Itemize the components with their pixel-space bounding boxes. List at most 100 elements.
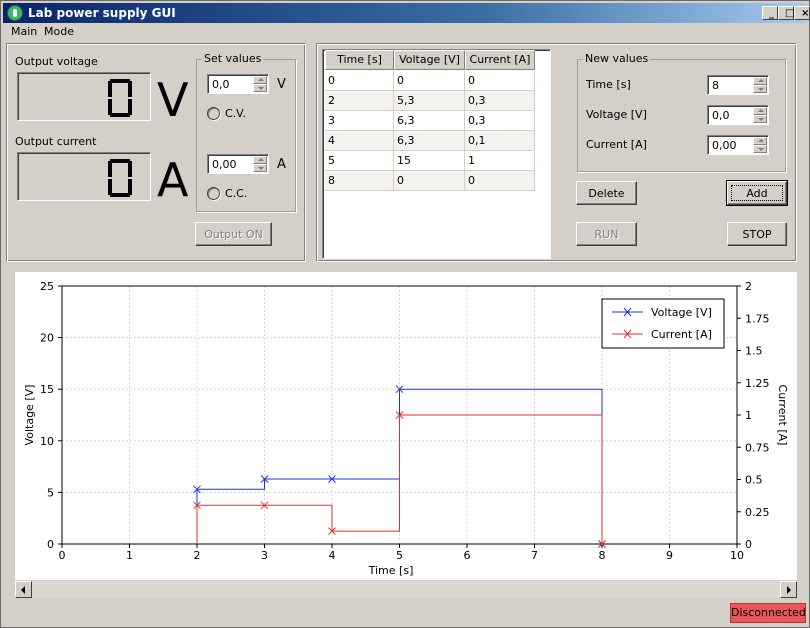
x-axis-title: Time [s] [368, 564, 414, 577]
spin-down-icon[interactable] [253, 84, 267, 92]
cell-current[interactable]: 0,3 [465, 91, 535, 111]
y-tick-label: 0 [47, 538, 54, 551]
col-header-time[interactable]: Time [s] [325, 50, 394, 70]
y2-tick-label: 0 [745, 538, 752, 551]
cell-current[interactable]: 0 [465, 71, 535, 91]
title-bar[interactable]: Lab power supply GUI _ □ × [3, 3, 810, 23]
spin-up-icon[interactable] [253, 156, 267, 164]
output-current-label: Output current [15, 135, 97, 148]
menu-mode[interactable]: Mode [44, 25, 74, 38]
add-button[interactable]: Add [726, 180, 788, 206]
y-tick-label: 5 [47, 486, 54, 499]
cv-radio[interactable] [207, 107, 220, 120]
set-current-unit: A [277, 157, 286, 172]
program-chart: 0 1 2 3 4 5 6 7 8 9 10051015202500.250.50.7511.251… [23, 280, 789, 577]
cell-current[interactable]: 0 [465, 171, 535, 191]
spin-up-icon[interactable] [753, 137, 767, 145]
cell-time[interactable]: 0 [325, 71, 394, 91]
y-tick-label: 20 [40, 332, 54, 345]
set-current-spinbox[interactable]: 0,00 [207, 154, 269, 174]
set-voltage-unit: V [277, 77, 286, 92]
x-tick-label: 4 [329, 549, 336, 562]
x-tick-label: 10 [730, 549, 744, 562]
scroll-right-icon[interactable] [780, 581, 797, 598]
table-row[interactable]: 800 [325, 171, 535, 191]
output-on-button[interactable]: Output ON [195, 222, 272, 246]
table-row[interactable]: 3 6,3 0,3 [325, 111, 535, 131]
legend-voltage-label: Voltage [V] [651, 306, 712, 319]
cell-current[interactable]: 0,1 [465, 131, 535, 151]
cell-voltage[interactable]: 15 [394, 151, 465, 171]
x-tick-label: 6 [464, 549, 471, 562]
y2-axis-title: Current [A] [776, 385, 789, 446]
new-voltage-label: Voltage [V] [586, 108, 647, 121]
close-button[interactable]: × [794, 6, 810, 20]
connection-status-badge: Disconnected [730, 603, 806, 623]
stop-button[interactable]: STOP [727, 222, 787, 246]
table-row[interactable]: 2 5,3 0,3 [325, 91, 535, 111]
chart-scrollbar[interactable] [15, 581, 797, 598]
new-time-spinbox[interactable]: 8 [707, 75, 769, 95]
spin-down-icon[interactable] [753, 85, 767, 93]
new-voltage-spinbox[interactable]: 0,0 [707, 105, 769, 125]
spin-down-icon[interactable] [753, 115, 767, 123]
x-tick-label: 7 [531, 549, 538, 562]
x-tick-label: 5 [396, 549, 403, 562]
spin-up-icon[interactable] [253, 76, 267, 84]
set-voltage-spinbox[interactable]: 0,0 [207, 74, 269, 94]
new-values-group: New values Time [s] 8 Voltage [V] 0,0 Cu… [577, 52, 786, 172]
spin-down-icon[interactable] [753, 145, 767, 153]
voltage-display [17, 72, 151, 121]
col-header-voltage[interactable]: Voltage [V] [394, 50, 465, 70]
new-current-spinbox[interactable]: 0,00 [707, 135, 769, 155]
y2-tick-label: 1.5 [745, 345, 763, 358]
app-icon [7, 5, 23, 21]
cell-voltage[interactable]: 6,3 [394, 131, 465, 151]
minimize-button[interactable]: _ [762, 6, 778, 20]
cell-time[interactable]: 4 [325, 131, 394, 151]
maximize-button[interactable]: □ [778, 6, 794, 20]
table-row[interactable]: 000 [325, 71, 535, 91]
col-header-current[interactable]: Current [A] [465, 50, 535, 70]
delete-button[interactable]: Delete [576, 181, 637, 205]
cell-voltage[interactable]: 5,3 [394, 91, 465, 111]
table-row[interactable]: 4 6,3 0,1 [325, 131, 535, 151]
y2-tick-label: 1.75 [745, 312, 770, 325]
cell-time[interactable]: 8 [325, 171, 394, 191]
y2-tick-label: 2 [745, 280, 752, 293]
main-window: Lab power supply GUI _ □ × Main Mode Out… [0, 0, 810, 628]
chart-legend: Voltage [V] Current [A] [601, 298, 725, 349]
cell-voltage[interactable]: 6,3 [394, 111, 465, 131]
x-tick-label: 1 [126, 549, 133, 562]
run-button[interactable]: RUN [576, 222, 637, 246]
cc-radio[interactable] [207, 187, 220, 200]
new-time-value: 8 [712, 79, 719, 92]
menu-main[interactable]: Main [11, 25, 37, 38]
spin-up-icon[interactable] [753, 107, 767, 115]
table-row[interactable]: 5 15 1 [325, 151, 535, 171]
y-axis-title: Voltage [V] [23, 385, 36, 446]
cc-label: C.C. [225, 187, 248, 200]
output-voltage-label: Output voltage [15, 55, 98, 68]
scroll-left-icon[interactable] [15, 581, 32, 598]
current-digit [108, 159, 132, 197]
cell-time[interactable]: 5 [325, 151, 394, 171]
cell-time[interactable]: 2 [325, 91, 394, 111]
voltage-digit [108, 79, 132, 117]
legend-current-label: Current [A] [651, 328, 712, 341]
output-panel: Output voltage V Output current A Set va… [6, 43, 306, 262]
y2-tick-label: 1 [745, 409, 752, 422]
cell-voltage[interactable]: 0 [394, 171, 465, 191]
cell-voltage[interactable]: 0 [394, 71, 465, 91]
current-unit: A [157, 153, 189, 207]
set-voltage-value: 0,0 [212, 78, 230, 91]
program-table[interactable]: Time [s] Voltage [V] Current [A] 0 0 0 2 5,3… [322, 49, 551, 259]
spin-up-icon[interactable] [753, 77, 767, 85]
cell-time[interactable]: 3 [325, 111, 394, 131]
cell-current[interactable]: 0,3 [465, 111, 535, 131]
spin-down-icon[interactable] [253, 164, 267, 172]
cell-current[interactable]: 1 [465, 151, 535, 171]
x-tick-label: 3 [261, 549, 268, 562]
voltage-unit: V [157, 73, 189, 127]
series-line-current [196, 414, 603, 544]
